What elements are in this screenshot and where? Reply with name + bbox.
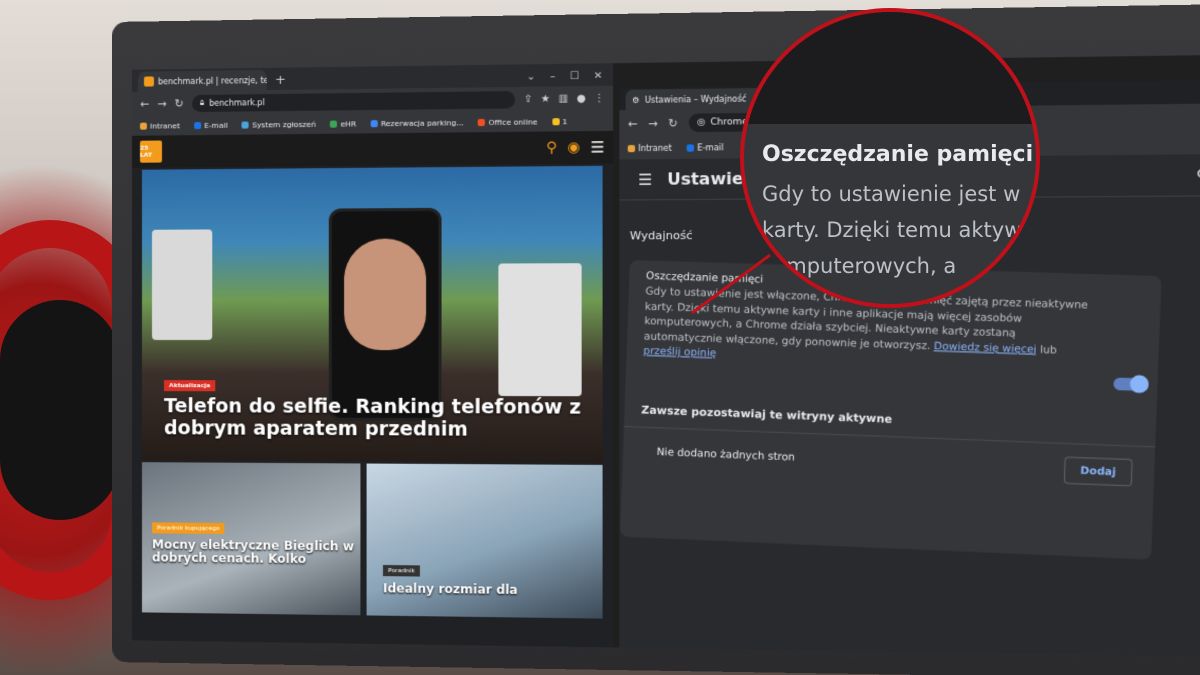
bookmark-label: E-mail (204, 120, 228, 129)
outlook-icon (687, 144, 694, 151)
article-card[interactable]: Poradnik kupującego Mocny elektryczne Bi… (142, 462, 360, 615)
office-icon (478, 118, 485, 125)
bookmark-item[interactable]: System zgłoszeń (242, 119, 316, 129)
bookmark-icon (628, 144, 635, 151)
left-browser-window: benchmark.pl | recenzje, testy, n ✕ + ⌄ … (132, 63, 613, 647)
bookmark-label: Office online (489, 117, 538, 127)
lock-icon: 🔒︎ (200, 98, 204, 108)
article-badge: Aktualizacja (164, 380, 215, 391)
tab-benchmark[interactable]: benchmark.pl | recenzje, testy, n ✕ (138, 70, 267, 92)
gear-icon: ⚙ (632, 95, 640, 104)
new-tab-button[interactable]: + (275, 73, 286, 88)
bookmark-label: Intranet (638, 143, 672, 153)
profile-icon[interactable]: ● (577, 93, 586, 104)
zoom-magnifier: Oszczędzanie pamięci Gdy to ustawienie j… (740, 8, 1040, 308)
bookmark-label: 1 (562, 116, 567, 125)
bookmark-item[interactable]: eHR (330, 119, 356, 128)
bookmark-item[interactable]: E-mail (687, 143, 724, 153)
window-controls: ⌄ – ☐ ✕ (516, 70, 613, 87)
article-title[interactable]: Mocny elektryczne Bieglich w dobrych cen… (152, 538, 354, 567)
address-bar[interactable]: 🔒︎ benchmark.pl (192, 91, 516, 112)
add-site-button[interactable]: Dodaj (1064, 456, 1133, 486)
speaker-image (498, 263, 581, 396)
folder-icon (552, 118, 559, 125)
site-header-icons: ⚲ ◉ ☰ (546, 138, 604, 157)
bookmark-item[interactable]: Intranet (628, 143, 672, 153)
minimize-icon[interactable]: – (550, 71, 555, 82)
feedback-link[interactable]: prześlij opinię (643, 346, 716, 360)
hero-title[interactable]: Telefon do selfie. Ranking telefonów z d… (164, 396, 594, 442)
magnified-text-line: karty. Dzięki temu aktyw (762, 218, 1021, 242)
empty-list-text: Nie dodano żadnych stron (656, 447, 795, 464)
bookmark-icon (140, 122, 147, 129)
bookmark-label: E-mail (697, 143, 724, 153)
site-header: 25 LAT ⚲ ◉ ☰ (132, 131, 613, 168)
headphone-earpad (0, 300, 120, 520)
article-title[interactable]: Idealny rozmiar dla (383, 581, 590, 598)
address-text: benchmark.pl (209, 98, 265, 108)
always-active-heading: Zawsze pozostawiaj te witryny aktywne (641, 404, 892, 426)
reload-icon[interactable]: ↻ (174, 97, 183, 110)
chrome-icon: ◎ (697, 118, 705, 128)
bookmark-item[interactable]: Office online (478, 117, 537, 127)
laptop: benchmark.pl | recenzje, testy, n ✕ + ⌄ … (112, 4, 1200, 675)
user-icon[interactable]: ◉ (567, 139, 580, 155)
bookmark-icon (242, 121, 249, 128)
star-icon[interactable]: ★ (541, 93, 550, 104)
tab-title: benchmark.pl | recenzje, testy, n (158, 75, 267, 86)
article-card[interactable]: Poradnik Idealny rozmiar dla (367, 464, 603, 619)
selfie-face-image (344, 238, 426, 350)
bookmark-label: System zgłoszeń (252, 119, 316, 129)
article-badge: Poradnik kupującego (152, 522, 225, 534)
bookmark-label: Intranet (150, 121, 180, 130)
article-badge: Poradnik (383, 565, 420, 577)
outlook-icon (194, 122, 201, 129)
hamburger-menu-icon[interactable]: ☰ (591, 138, 605, 157)
close-window-icon[interactable]: ✕ (594, 71, 603, 82)
bookmark-icon (371, 120, 378, 127)
bookmark-item[interactable]: E-mail (194, 120, 228, 129)
search-icon[interactable]: ⚲ (1196, 165, 1200, 184)
back-icon[interactable]: ← (140, 97, 149, 110)
menu-icon[interactable]: ⋮ (594, 93, 604, 104)
hamburger-menu-icon[interactable]: ☰ (638, 170, 652, 189)
laptop-screen: benchmark.pl | recenzje, testy, n ✕ + ⌄ … (132, 55, 1200, 657)
section-title: Wydajność (630, 229, 693, 243)
bookmark-label: Rezerwacja parking... (381, 118, 464, 128)
reload-icon[interactable]: ↻ (668, 116, 678, 129)
magnified-text-line: komputerowych, a (762, 254, 956, 278)
magnified-title: Oszczędzanie pamięci (762, 142, 1033, 167)
forward-icon[interactable]: → (157, 97, 166, 110)
bookmark-label: eHR (340, 119, 356, 128)
search-icon[interactable]: ⚲ (546, 140, 557, 156)
bookmark-item[interactable]: Rezerwacja parking... (371, 118, 464, 128)
always-active-list: Nie dodano żadnych stron Dodaj (622, 426, 1155, 499)
learn-more-link[interactable]: Dowiedz się więcej (934, 340, 1037, 355)
back-icon[interactable]: ← (628, 117, 638, 130)
speaker-image (152, 229, 212, 340)
benchmark-favicon-icon (144, 76, 154, 86)
share-icon[interactable]: ⇪ (524, 93, 533, 104)
site-logo[interactable]: 25 LAT (140, 140, 162, 162)
tab-title: Ustawienia – Wydajność (645, 94, 747, 104)
hero-article[interactable]: Aktualizacja Telefon do selfie. Ranking … (142, 166, 603, 463)
magnified-text-line: Gdy to ustawienie jest w (762, 182, 1020, 206)
sidepanel-icon[interactable]: ▥ (558, 93, 568, 104)
forward-icon[interactable]: → (648, 117, 658, 130)
maximize-icon[interactable]: ☐ (570, 71, 579, 82)
bookmark-item[interactable]: Intranet (140, 121, 180, 130)
chevron-down-icon[interactable]: ⌄ (527, 71, 536, 82)
bookmark-item[interactable]: 1 (552, 116, 567, 125)
memory-saver-toggle[interactable] (1113, 377, 1146, 391)
magnifier-dark-band (744, 12, 1040, 124)
bookmark-icon (330, 120, 337, 127)
or-text: lub (1040, 344, 1057, 356)
